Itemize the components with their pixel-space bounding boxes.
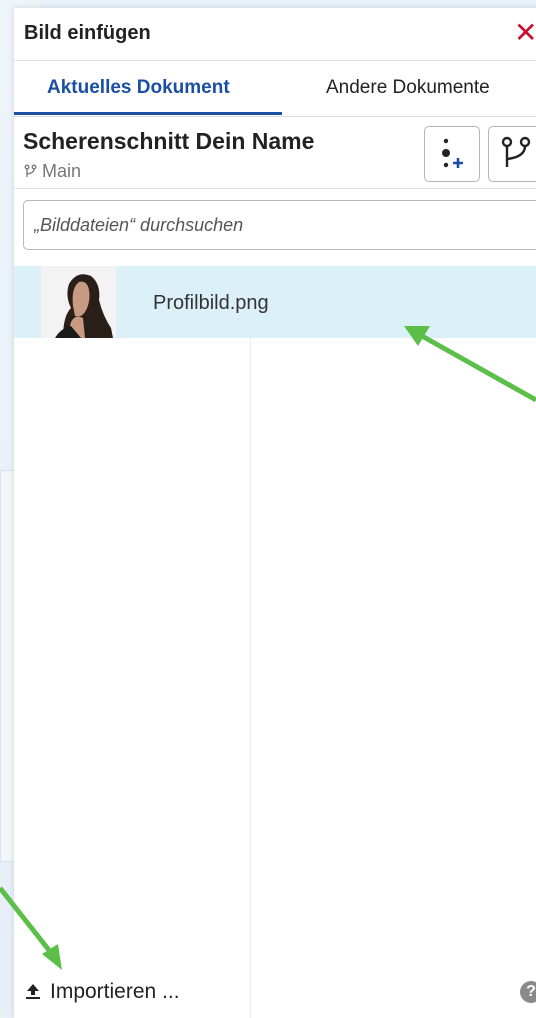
version-add-icon bbox=[425, 138, 479, 185]
branch-button[interactable] bbox=[488, 126, 536, 182]
insert-image-dialog: Bild einfügen ✕ Aktuelles Dokument Ander… bbox=[14, 8, 536, 1018]
import-label: Importieren ... bbox=[50, 980, 180, 1003]
divider bbox=[14, 188, 536, 189]
version-add-button[interactable] bbox=[424, 126, 480, 182]
branch-small-icon bbox=[24, 161, 42, 181]
import-button[interactable]: Importieren ... bbox=[24, 980, 180, 1004]
upload-icon bbox=[24, 980, 42, 1004]
tab-current-document[interactable]: Aktuelles Dokument bbox=[47, 77, 230, 99]
column-divider bbox=[250, 338, 251, 1018]
file-name: Profilbild.png bbox=[153, 292, 269, 314]
tab-other-documents[interactable]: Andere Dokumente bbox=[326, 77, 490, 99]
file-list-item[interactable]: Profilbild.png bbox=[14, 266, 536, 338]
active-tab-indicator bbox=[14, 112, 282, 115]
document-name: Scherenschnitt Dein Name bbox=[23, 128, 315, 154]
tab-bar: Aktuelles Dokument Andere Dokumente bbox=[14, 60, 536, 117]
branch-icon bbox=[489, 136, 536, 185]
dialog-header: Bild einfügen ✕ bbox=[14, 8, 536, 61]
help-icon[interactable]: ? bbox=[520, 981, 536, 1003]
branch-label: Main bbox=[24, 161, 81, 182]
dialog-title: Bild einfügen bbox=[24, 22, 151, 44]
search-input[interactable] bbox=[23, 200, 536, 250]
branch-name: Main bbox=[42, 161, 82, 181]
close-icon[interactable]: ✕ bbox=[514, 16, 536, 49]
profile-photo-thumbnail bbox=[41, 266, 116, 338]
